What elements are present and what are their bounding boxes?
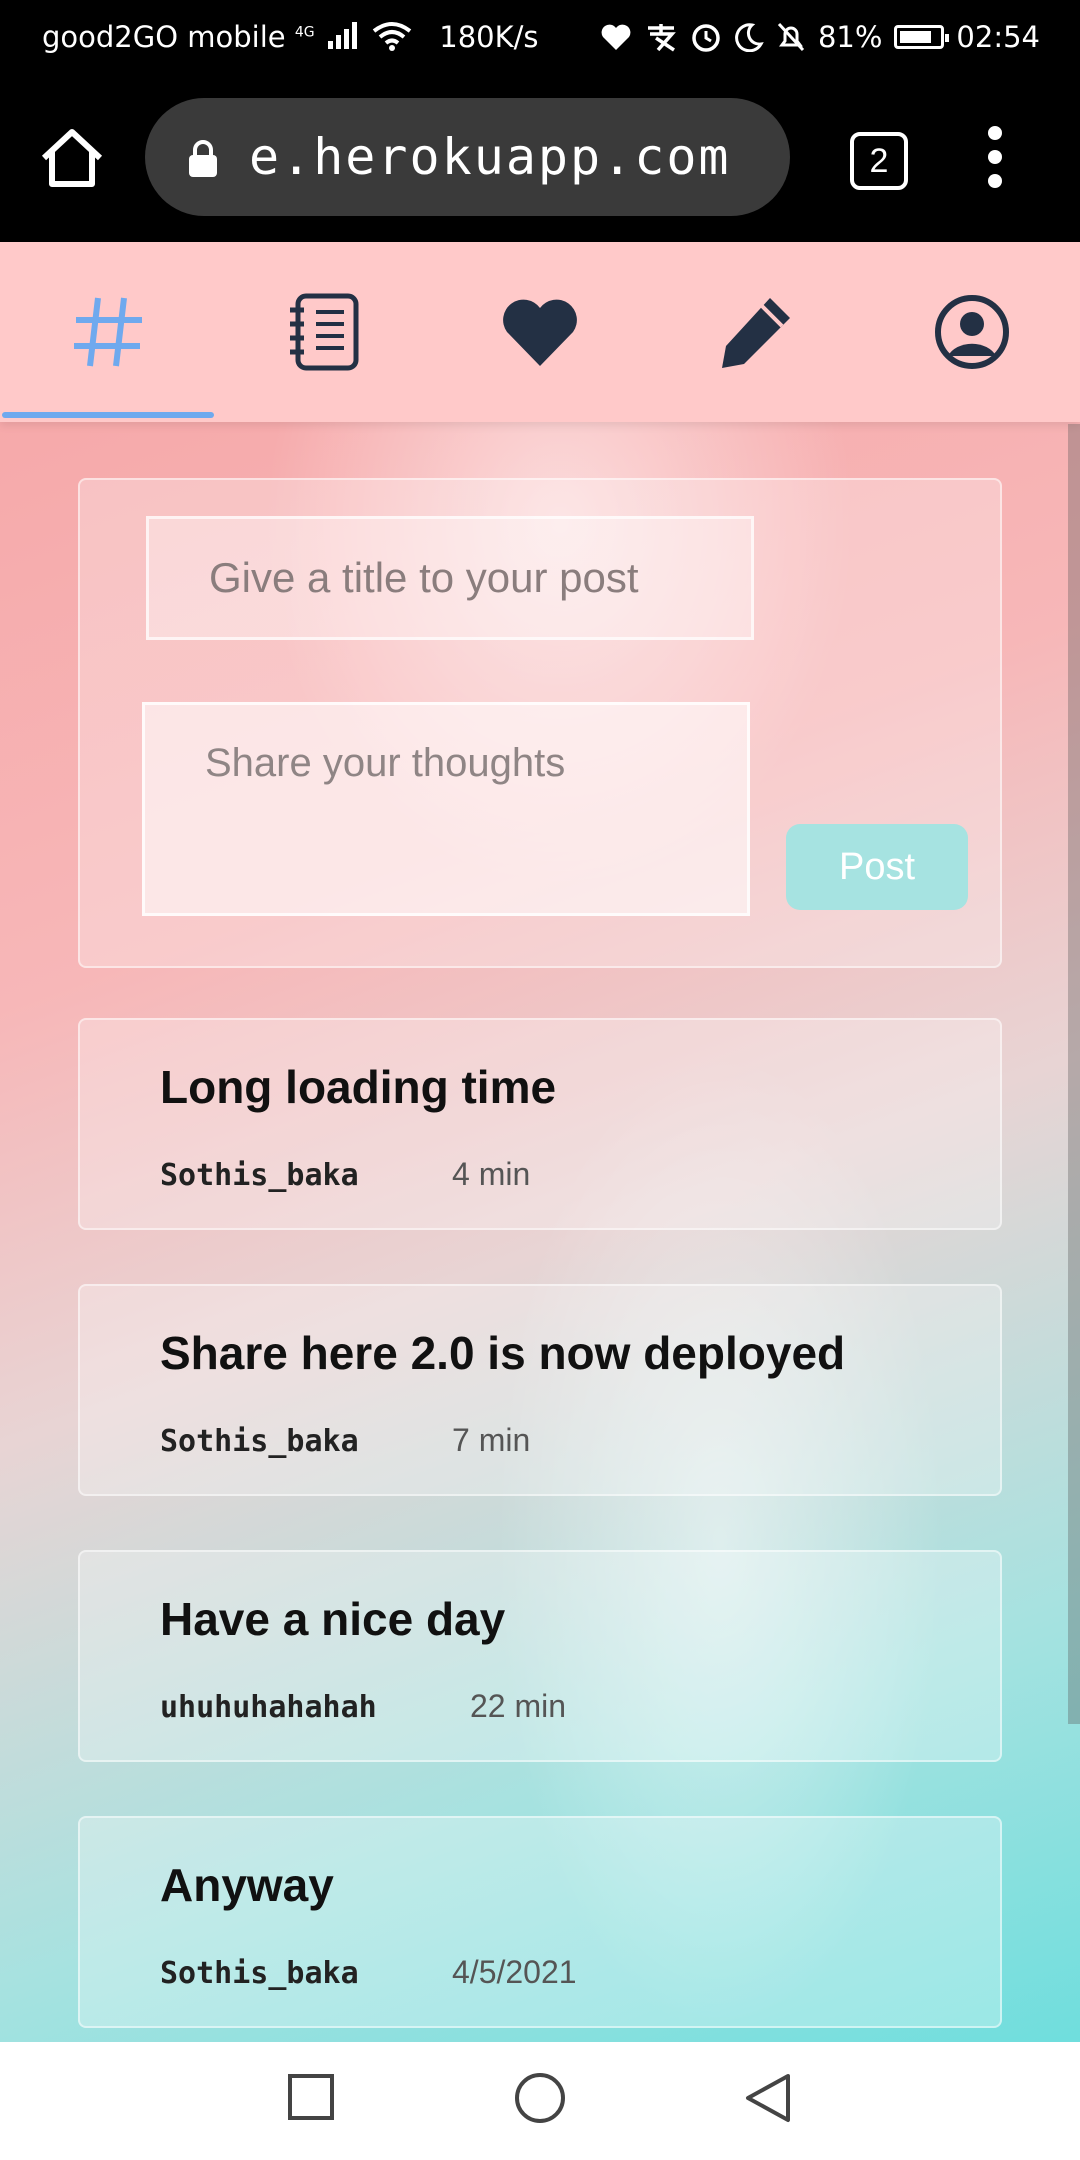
post-button[interactable]: Post <box>786 824 968 910</box>
post-author[interactable]: Sothis_baka <box>160 1158 359 1193</box>
top-nav <box>0 242 1080 422</box>
post-author[interactable]: Sothis_baka <box>160 1956 359 1991</box>
post-title: Long loading time <box>160 1061 557 1113</box>
post-title-input[interactable] <box>146 516 754 640</box>
notebook-icon <box>290 293 359 371</box>
browser-toolbar: e.herokuapp.com 2 <box>0 76 1080 242</box>
address-bar[interactable]: e.herokuapp.com <box>145 98 790 216</box>
post-title: Have a nice day <box>160 1593 506 1645</box>
nav-notebook[interactable] <box>216 242 432 422</box>
url-text: e.herokuapp.com <box>249 128 731 186</box>
app-content: Post Long loading time Sothis_baka 4 min… <box>0 242 1080 2042</box>
post-time: 22 min <box>470 1688 567 1724</box>
alipay-icon <box>647 24 676 52</box>
network-type: 4G <box>294 24 315 41</box>
alarm-icon <box>692 24 720 52</box>
bell-off-icon <box>777 22 805 52</box>
post-card[interactable]: Have a nice day uhuhuhahahah 22 min <box>78 1550 1002 1762</box>
more-vert-icon[interactable] <box>985 126 1005 196</box>
post-composer: Post <box>78 478 1002 968</box>
post-card[interactable]: Long loading time Sothis_baka 4 min <box>78 1018 1002 1230</box>
post-time: 4/5/2021 <box>452 1954 577 1990</box>
battery-percent: 81% <box>817 20 883 54</box>
network-speed: 180K/s <box>439 20 539 54</box>
status-bar: good2GO mobile 4G 180K/s 81% 02:54 <box>0 0 1080 76</box>
post-time: 4 min <box>452 1156 531 1192</box>
post-title: Share here 2.0 is now deployed <box>160 1327 846 1379</box>
tab-switcher-button[interactable]: 2 <box>850 132 908 190</box>
post-author[interactable]: Sothis_baka <box>160 1424 359 1459</box>
pencil-icon <box>722 298 790 368</box>
recents-icon[interactable] <box>286 2072 336 2122</box>
nav-profile[interactable] <box>864 242 1080 422</box>
post-body-input[interactable] <box>142 702 750 916</box>
post-time: 7 min <box>452 1422 531 1458</box>
nav-heart[interactable] <box>432 242 648 422</box>
post-card[interactable]: Share here 2.0 is now deployed Sothis_ba… <box>78 1284 1002 1496</box>
scrollbar[interactable] <box>1068 424 1080 1724</box>
clock: 02:54 <box>956 20 1040 54</box>
status-left: good2GO mobile 4G 180K/s <box>42 20 539 54</box>
home-icon[interactable] <box>38 126 106 190</box>
post-card[interactable]: Anyway Sothis_baka 4/5/2021 <box>78 1816 1002 2028</box>
heart-icon <box>503 299 577 366</box>
battery-fill <box>900 31 932 43</box>
nav-pencil[interactable] <box>648 242 864 422</box>
hashtag-icon <box>74 297 142 367</box>
post-author[interactable]: uhuhuhahahah <box>160 1690 377 1725</box>
back-icon[interactable] <box>744 2072 792 2124</box>
wifi-icon <box>372 22 412 51</box>
user-circle-icon <box>935 295 1009 369</box>
home-circle-icon[interactable] <box>514 2072 566 2124</box>
battery-icon <box>894 25 950 49</box>
heart-rate-icon <box>601 24 631 50</box>
system-nav-bar <box>0 2042 1080 2160</box>
nav-hashtag[interactable] <box>0 242 216 422</box>
carrier-label: good2GO mobile <box>42 20 286 54</box>
signal-icon <box>327 21 357 49</box>
moon-icon <box>735 23 764 52</box>
post-title: Anyway <box>160 1859 334 1911</box>
status-right: 81% 02:54 <box>600 20 1040 54</box>
lock-icon <box>189 140 217 177</box>
